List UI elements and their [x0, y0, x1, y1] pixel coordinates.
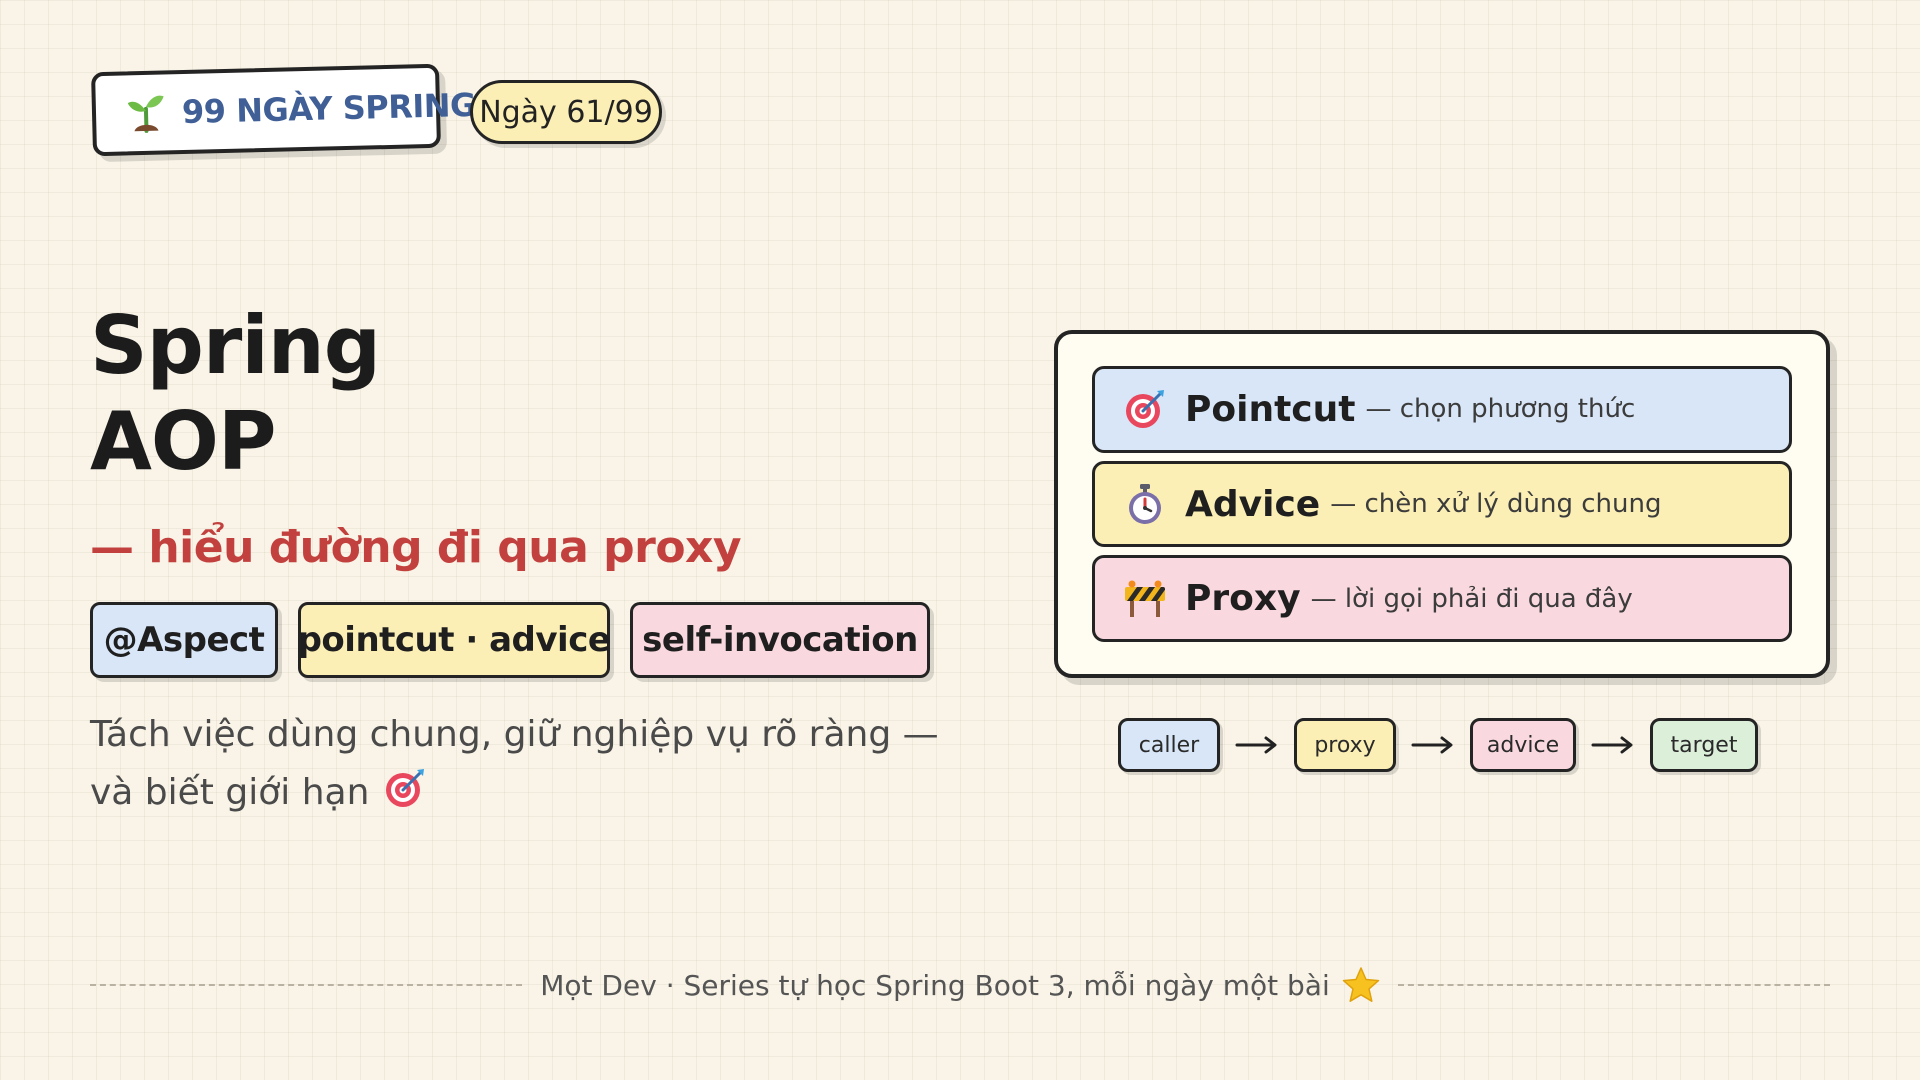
concept-desc: — lời gọi phải đi qua đây: [1310, 583, 1633, 614]
concept-term: Proxy: [1185, 578, 1301, 620]
barrier-icon: [1125, 580, 1165, 617]
day-counter-badge: Ngày 61/99: [470, 80, 662, 144]
sprout-icon: [127, 95, 164, 133]
concept-term: Advice: [1185, 483, 1321, 525]
concept-card: Pointcut — chọn phương thức Advice — chè…: [1054, 330, 1830, 678]
footer-divider-left: [90, 984, 523, 986]
arrow-right-icon: [1411, 736, 1453, 754]
concept-desc: — chèn xử lý dùng chung: [1330, 489, 1662, 519]
series-badge: 99 NGÀY SPRING: [91, 63, 476, 157]
page-subtitle: — hiểu đường đi qua proxy: [90, 522, 742, 573]
flow-node-proxy: proxy: [1294, 718, 1396, 772]
description: Tách việc dùng chung, giữ nghiệp vụ rõ r…: [90, 706, 950, 822]
concept-row-proxy: Proxy — lời gọi phải đi qua đây: [1092, 555, 1792, 643]
page-title: Spring AOP: [90, 298, 381, 490]
call-flow: caller proxy advice target: [1118, 718, 1758, 772]
series-title: 99 NGÀY SPRING: [181, 85, 477, 132]
concept-row-pointcut: Pointcut — chọn phương thức: [1092, 366, 1792, 453]
footer-credit: Mọt Dev · Series tự học Spring Boot 3, m…: [522, 966, 1397, 1004]
concept-row-advice: Advice — chèn xử lý dùng chung: [1092, 460, 1792, 548]
target-icon: [1126, 390, 1164, 429]
tag-aspect: @Aspect: [90, 602, 278, 678]
footer-divider-right: [1397, 984, 1831, 986]
arrow-right-icon: [1235, 736, 1277, 754]
footer-text: Mọt Dev · Series tự học Spring Boot 3, m…: [540, 968, 1330, 1002]
concept-term: Pointcut: [1185, 388, 1356, 430]
target-icon: [386, 769, 425, 807]
concept-desc: — chọn phương thức: [1365, 394, 1636, 425]
flow-node-target: target: [1650, 718, 1758, 772]
flow-node-advice: advice: [1470, 718, 1576, 772]
flow-node-caller: caller: [1118, 718, 1220, 772]
description-text: Tách việc dùng chung, giữ nghiệp vụ rõ r…: [90, 714, 939, 813]
title-line-2: AOP: [90, 395, 277, 488]
star-icon: [1342, 967, 1379, 1002]
title-line-1: Spring: [90, 299, 381, 392]
tag-pointcut-advice: pointcut · advice: [298, 602, 611, 678]
stopwatch-icon: [1129, 484, 1161, 524]
arrow-right-icon: [1591, 736, 1633, 754]
tag-list: @Aspect pointcut · advice self-invocatio…: [90, 602, 930, 678]
footer: Mọt Dev · Series tự học Spring Boot 3, m…: [90, 960, 1831, 1010]
tag-self-invocation: self-invocation: [630, 602, 930, 678]
